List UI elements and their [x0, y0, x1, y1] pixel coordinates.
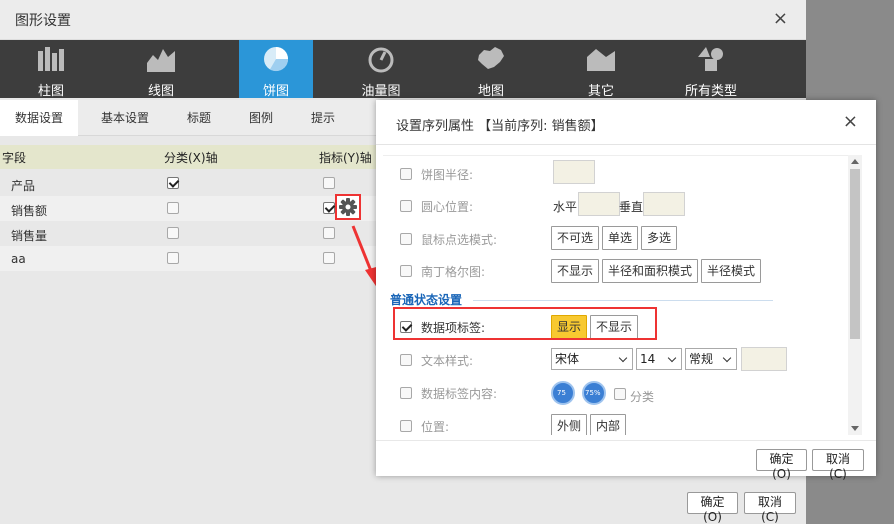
font-weight-select[interactable]: 常规	[685, 348, 737, 370]
position-checkbox[interactable]	[400, 420, 412, 432]
series-dialog-title: 设置序列属性 【当前序列: 销售额】	[396, 119, 604, 134]
series-scrollbar[interactable]	[848, 155, 862, 435]
series-ok-button[interactable]: 确定(O)	[756, 449, 807, 481]
nightingale-checkbox[interactable]	[400, 265, 412, 277]
text-style-checkbox[interactable]	[400, 354, 412, 366]
series-property-dialog: 设置序列属性 【当前序列: 销售额】 × 饼图半径: 圆心位置: 水平 垂直 鼠…	[376, 100, 876, 481]
row-position: 位置: 外侧 内部	[383, 410, 861, 435]
row-label-content: 数据标签内容: 75 75% 分类	[383, 377, 861, 409]
section-divider	[473, 300, 773, 301]
series-dialog-footer: 确定(O) 取消(C)	[376, 440, 876, 481]
category-checkbox[interactable]	[614, 388, 626, 400]
scroll-thumb[interactable]	[850, 169, 860, 339]
row-nightingale: 南丁格尔图: 不显示 半径和面积模式 半径模式	[383, 255, 861, 287]
click-mode-checkbox[interactable]	[400, 233, 412, 245]
main-ok-button[interactable]: 确定(O)	[687, 492, 738, 524]
category-label: 分类	[630, 390, 655, 404]
row-center-position: 圆心位置: 水平 垂直	[383, 190, 861, 222]
position-outside-button[interactable]: 外侧	[551, 414, 588, 435]
percent-label-icon[interactable]: 75%	[582, 381, 606, 405]
horizontal-input[interactable]	[578, 192, 620, 216]
nightingale-radius-area-button[interactable]: 半径和面积模式	[602, 259, 699, 283]
pie-radius-checkbox[interactable]	[400, 168, 412, 180]
vertical-input[interactable]	[643, 192, 685, 216]
text-color-input[interactable]	[741, 347, 787, 371]
series-settings-body: 饼图半径: 圆心位置: 水平 垂直 鼠标点选模式: 不可选 单选 多选 南丁格尔…	[383, 155, 861, 435]
pointer-arrow	[351, 225, 380, 292]
click-mode-multi-button[interactable]: 多选	[641, 226, 678, 250]
all-types-icon	[698, 47, 723, 71]
pie-radius-input[interactable]	[553, 160, 595, 184]
map-icon	[478, 47, 504, 69]
row-pie-radius: 饼图半径:	[383, 158, 861, 190]
nightingale-hide-button[interactable]: 不显示	[551, 259, 600, 283]
main-cancel-button[interactable]: 取消(C)	[744, 492, 796, 524]
click-mode-single-button[interactable]: 单选	[602, 226, 639, 250]
series-dialog-title-bar: 设置序列属性 【当前序列: 销售额】 ×	[376, 100, 876, 145]
position-inside-button[interactable]: 内部	[590, 414, 627, 435]
other-chart-icon	[587, 49, 615, 71]
row-click-mode: 鼠标点选模式: 不可选 单选 多选	[383, 223, 861, 255]
close-icon[interactable]: ×	[843, 111, 858, 132]
normal-state-section-title: 普通状态设置	[390, 293, 463, 307]
center-position-checkbox[interactable]	[400, 200, 412, 212]
highlight-box	[393, 307, 657, 340]
label-content-checkbox[interactable]	[400, 387, 412, 399]
click-mode-none-button[interactable]: 不可选	[551, 226, 600, 250]
tab-map-chart[interactable]: 地图	[454, 40, 528, 99]
nightingale-radius-button[interactable]: 半径模式	[701, 259, 762, 283]
scroll-up-icon[interactable]	[851, 159, 859, 164]
close-icon[interactable]: ×	[773, 8, 788, 29]
font-family-select[interactable]: 宋体	[551, 348, 633, 370]
tab-other-chart[interactable]: 其它	[564, 40, 638, 99]
tab-all-types[interactable]: 所有类型	[674, 40, 748, 99]
series-cancel-button[interactable]: 取消(C)	[812, 449, 864, 481]
horizontal-label: 水平	[553, 200, 578, 214]
vertical-label: 垂直	[619, 200, 644, 214]
scroll-down-icon[interactable]	[851, 426, 859, 431]
row-text-style: 文本样式: 宋体 14 常规	[383, 344, 861, 376]
value-label-icon[interactable]: 75	[551, 381, 575, 405]
font-size-select[interactable]: 14	[636, 348, 682, 370]
